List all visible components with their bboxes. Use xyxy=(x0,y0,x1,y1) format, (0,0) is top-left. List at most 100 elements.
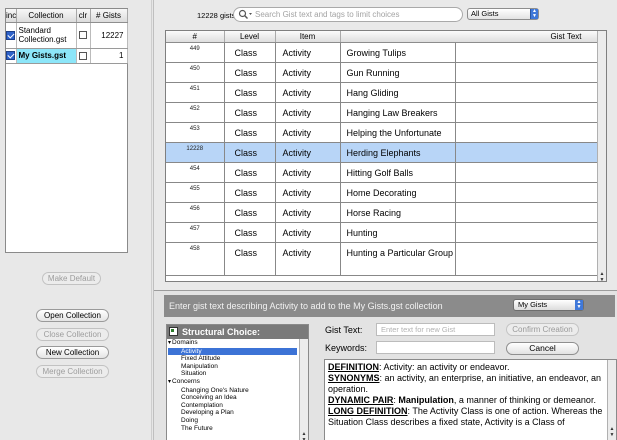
dynamic-pair-paragraph: DYNAMIC PAIR: Manipulation, a manner of … xyxy=(328,395,604,406)
collection-count-standard: 12227 xyxy=(90,22,128,49)
scroll-down-arrow-icon[interactable]: ▼ xyxy=(609,432,615,438)
gist-num: 457 xyxy=(166,222,225,243)
tree-item[interactable]: The Future xyxy=(168,425,308,433)
gist-level: Class xyxy=(224,102,276,123)
gist-item: Activity xyxy=(275,62,341,83)
tree-item[interactable]: Manipulation xyxy=(168,363,308,371)
tree-item[interactable]: Conceiving an Idea xyxy=(168,394,308,402)
dynamic-pair-value: Manipulation xyxy=(398,395,454,405)
gist-item: Activity xyxy=(275,122,341,143)
include-checkbox-standard[interactable] xyxy=(6,30,16,40)
gist-row[interactable]: 450 Class Activity Gun Running xyxy=(166,62,605,83)
merge-collection-button[interactable]: Merge Collection xyxy=(36,365,109,378)
collection-row-standard[interactable]: Standard Collection.gst 12227 xyxy=(6,22,128,49)
gist-header-num[interactable]: # xyxy=(166,31,225,43)
gist-text-input[interactable]: Enter text for new Gist xyxy=(376,323,495,336)
keywords-input[interactable] xyxy=(376,341,495,354)
gist-item: Activity xyxy=(275,202,341,223)
gist-num: 458 xyxy=(166,242,225,276)
tree-item[interactable]: Situation xyxy=(168,370,308,378)
gist-text: Horse Racing xyxy=(340,202,456,223)
gist-item: Activity xyxy=(275,242,341,276)
gist-item: Activity xyxy=(275,182,341,203)
gist-level: Class xyxy=(224,202,276,223)
gist-extra xyxy=(455,162,605,183)
collection-row-my-gists[interactable]: My Gists.gst 1 xyxy=(6,48,128,64)
gist-row[interactable]: 451 Class Activity Hang Gliding xyxy=(166,82,605,103)
gist-extra xyxy=(455,42,605,63)
tree-group-concerns[interactable]: Concerns xyxy=(168,378,308,387)
clear-checkbox-standard[interactable] xyxy=(79,31,87,40)
confirm-creation-button[interactable]: Confirm Creation xyxy=(506,323,579,336)
long-definition-label: LONG DEFINITION xyxy=(328,406,408,416)
definition-label: DEFINITION xyxy=(328,362,379,372)
gist-row[interactable]: 457 Class Activity Hunting xyxy=(166,222,605,243)
gist-header-item[interactable]: Item xyxy=(275,31,341,43)
tree-item[interactable]: Doing xyxy=(168,417,308,425)
structural-choice-header: Structural Choice: xyxy=(167,325,308,339)
gist-item: Activity xyxy=(275,222,341,243)
tree-item-activity[interactable]: Activity xyxy=(168,347,297,356)
gist-num: 453 xyxy=(166,122,225,143)
gist-row[interactable]: 458 Class Activity Hunting a Particular Gro… xyxy=(166,242,605,276)
gist-extra xyxy=(455,222,605,243)
gist-row[interactable]: 455 Class Activity Home Decorating xyxy=(166,182,605,203)
tree-item[interactable]: Changing One's Nature xyxy=(168,387,308,395)
tree-item[interactable]: Contemplation xyxy=(168,402,308,410)
gist-row[interactable]: 453 Class Activity Helping the Unfortunate xyxy=(166,122,605,143)
open-collection-button[interactable]: Open Collection xyxy=(36,309,109,322)
collection-name-my-gists: My Gists.gst xyxy=(16,48,77,64)
gist-header-level[interactable]: Level xyxy=(224,31,276,43)
gist-level: Class xyxy=(224,162,276,183)
gist-text: Hanging Law Breakers xyxy=(340,102,456,123)
gist-extra xyxy=(455,202,605,223)
make-default-button[interactable]: Make Default xyxy=(42,272,101,285)
col-header-gist-count[interactable]: # Gists xyxy=(90,9,128,23)
gist-table-scrollbar[interactable]: ▲ ▼ xyxy=(597,31,606,281)
collections-pane: inc Collection clr # Gists Standard Coll… xyxy=(0,0,151,440)
clear-checkbox-my-gists[interactable] xyxy=(79,51,87,60)
gist-row-selected[interactable]: 12228 Class Activity Herding Elephants xyxy=(166,142,605,163)
target-collection-select[interactable]: My Gists ▲ ▼ xyxy=(513,299,584,311)
new-collection-button[interactable]: New Collection xyxy=(36,346,109,359)
gist-level: Class xyxy=(224,222,276,243)
gist-level: Class xyxy=(224,62,276,83)
gist-header-row: # Level Item Gist Text xyxy=(166,31,605,43)
gist-row[interactable]: 452 Class Activity Hanging Law Breakers xyxy=(166,102,605,123)
gist-header-text[interactable]: Gist Text xyxy=(340,31,605,43)
chevron-updown-icon: ▲ ▼ xyxy=(530,9,538,19)
cancel-button[interactable]: Cancel xyxy=(506,342,579,355)
col-header-inc[interactable]: inc xyxy=(6,9,17,23)
search-icon[interactable] xyxy=(238,9,254,20)
collection-name-standard-line2: Collection.gst xyxy=(18,35,67,44)
gist-row[interactable]: 449 Class Activity Growing Tulips xyxy=(166,42,605,63)
target-collection-value: My Gists xyxy=(518,300,548,309)
gist-num: 454 xyxy=(166,162,225,183)
choice-tree-scrollbar[interactable]: ▲ ▼ xyxy=(299,339,308,440)
scroll-down-arrow-icon[interactable]: ▼ xyxy=(599,277,605,281)
close-collection-button[interactable]: Close Collection xyxy=(36,328,109,341)
tree-item[interactable]: Developing a Plan xyxy=(168,409,308,417)
gist-item: Activity xyxy=(275,142,341,163)
gist-item: Activity xyxy=(275,82,341,103)
gist-table: # Level Item Gist Text 449 Class Activity G… xyxy=(165,30,607,282)
gist-filter-value: All Gists xyxy=(471,9,499,18)
gist-filter-select[interactable]: All Gists ▲ ▼ xyxy=(467,8,539,20)
gist-extra xyxy=(455,182,605,203)
gist-num: 451 xyxy=(166,82,225,103)
gist-row[interactable]: 454 Class Activity Hitting Golf Balls xyxy=(166,162,605,183)
col-header-collection[interactable]: Collection xyxy=(16,9,77,23)
definition-scrollbar[interactable]: ▲ ▼ xyxy=(607,360,616,440)
gist-num: 456 xyxy=(166,202,225,223)
include-checkbox-my-gists[interactable] xyxy=(6,51,16,61)
gist-level: Class xyxy=(224,242,276,276)
gist-text-label: Gist Text: xyxy=(325,325,363,335)
gist-editor: Enter gist text describing Activity to a… xyxy=(154,290,617,440)
col-header-clr[interactable]: clr xyxy=(76,9,91,23)
dynamic-pair-desc: , a manner of thinking or demeanor. xyxy=(453,395,596,405)
gist-num: 449 xyxy=(166,42,225,63)
tree-group-domains[interactable]: Domains xyxy=(168,339,308,348)
gist-row[interactable]: 456 Class Activity Horse Racing xyxy=(166,202,605,223)
gist-text: Herding Elephants xyxy=(340,142,456,163)
tree-item[interactable]: Fixed Attitude xyxy=(168,355,308,363)
